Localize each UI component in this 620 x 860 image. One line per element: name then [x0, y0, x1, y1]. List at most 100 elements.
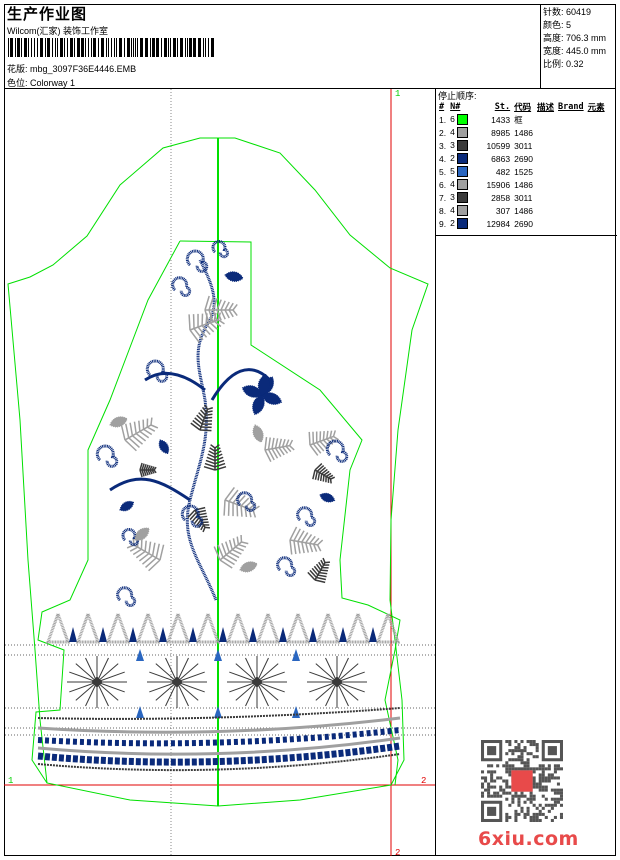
qr-module: [526, 809, 530, 813]
qr-module: [529, 752, 533, 756]
small-tree-motif: [69, 627, 77, 642]
qr-module: [502, 788, 506, 792]
fern-frond: [214, 465, 227, 471]
qr-module: [529, 743, 533, 747]
fern-frond: [224, 301, 230, 311]
qr-module: [523, 767, 527, 771]
snowflake-ray: [75, 681, 98, 701]
qr-finder-center: [547, 746, 557, 756]
qr-module: [538, 788, 542, 792]
leaf-motif: [109, 416, 128, 428]
qr-module: [541, 794, 545, 798]
qr-module: [538, 764, 542, 768]
qr-module: [511, 767, 515, 771]
qr-module: [517, 755, 521, 759]
curl-motif: [95, 444, 119, 468]
qr-module: [520, 806, 524, 810]
qr-module: [514, 767, 518, 771]
fern-frond: [228, 309, 234, 318]
qr-module: [520, 749, 524, 753]
qr-module: [529, 791, 533, 795]
qr-module: [520, 791, 524, 795]
fern-frond: [223, 499, 226, 516]
qr-module: [559, 794, 563, 798]
qr-module: [508, 803, 512, 807]
qr-module: [514, 794, 518, 798]
tree-motif: [195, 609, 221, 644]
qr-module: [556, 788, 560, 792]
qr-module: [490, 779, 494, 783]
qr-module: [523, 749, 527, 753]
qr-module: [529, 797, 533, 801]
qr-module: [550, 806, 554, 810]
qr-module: [523, 764, 527, 768]
qr-module: [556, 767, 560, 771]
qr-module: [499, 794, 503, 798]
qr-module: [511, 797, 515, 801]
tree-motif: [165, 609, 191, 644]
qr-module: [517, 758, 521, 762]
qr-module: [532, 743, 536, 747]
qr-module: [526, 761, 530, 765]
qr-module: [484, 788, 488, 792]
qr-module: [550, 797, 554, 801]
leaf-motif: [119, 500, 135, 512]
qr-module: [487, 770, 491, 774]
qr-module: [505, 740, 509, 744]
qr-module: [541, 812, 545, 816]
qr-module: [544, 788, 548, 792]
qr-module: [532, 785, 536, 789]
qr-module: [547, 767, 551, 771]
qr-module: [487, 791, 491, 795]
qr-module: [487, 782, 491, 786]
qr-module: [541, 764, 545, 768]
qr-module: [514, 815, 518, 819]
qr-module: [508, 758, 512, 762]
qr-module: [535, 815, 539, 819]
qr-module: [550, 776, 554, 780]
curl-motif: [171, 276, 192, 297]
snowflake-ray: [235, 681, 258, 701]
qr-module: [529, 794, 533, 798]
qr-module: [493, 785, 497, 789]
qr-module: [541, 776, 545, 780]
qr-module: [505, 770, 509, 774]
small-tree-motif: [99, 627, 107, 642]
qr-module: [532, 740, 536, 744]
qr-module: [535, 818, 539, 822]
qr-module: [547, 809, 551, 813]
qr-module: [553, 803, 557, 807]
qr-module: [529, 815, 533, 819]
qr-module: [529, 800, 533, 804]
snowflake-ray: [96, 681, 119, 701]
qr-module: [532, 812, 536, 816]
snowflake-ray: [235, 663, 258, 683]
small-tree-motif: [159, 627, 167, 642]
qr-module: [517, 803, 521, 807]
qr-module: [514, 746, 518, 750]
qr-module: [505, 791, 509, 795]
qr-module: [505, 767, 509, 771]
qr-module: [547, 764, 551, 768]
qr-module: [526, 797, 530, 801]
tree-motif: [285, 609, 311, 644]
fern-frond: [329, 478, 332, 484]
qr-module: [535, 749, 539, 753]
fern-frond: [205, 459, 216, 465]
qr-module: [505, 764, 509, 768]
fern-motif: [120, 417, 159, 452]
curl-motif: [276, 556, 297, 577]
qr-finder-center: [487, 746, 497, 756]
curl-motif: [116, 586, 137, 607]
fern-frond: [288, 439, 294, 446]
snowflake-ray: [155, 681, 178, 701]
snowflake-motif: [67, 656, 127, 708]
qr-module: [520, 809, 524, 813]
fern-frond: [301, 541, 305, 554]
small-tree-motif: [279, 627, 287, 642]
fern-frond: [188, 314, 191, 331]
qr-module: [529, 767, 533, 771]
qr-module: [484, 776, 488, 780]
qr-module: [553, 800, 557, 804]
qr-module: [541, 773, 545, 777]
